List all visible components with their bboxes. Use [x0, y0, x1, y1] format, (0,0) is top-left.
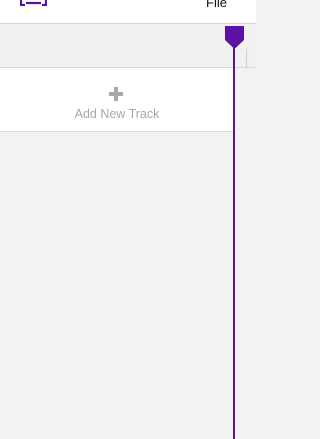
plus-icon [109, 87, 123, 101]
file-menu[interactable]: File [206, 0, 227, 11]
playhead-line[interactable] [233, 30, 235, 439]
top-bar: File [0, 0, 256, 24]
playhead-marker-icon[interactable] [225, 26, 244, 49]
ruler-tick [246, 49, 247, 68]
add-new-track-label: Add New Track [74, 107, 160, 121]
bracket-logo-icon[interactable] [20, 0, 47, 6]
add-new-track-button[interactable]: Add New Track [0, 68, 234, 132]
timeline-ruler[interactable] [0, 24, 256, 68]
